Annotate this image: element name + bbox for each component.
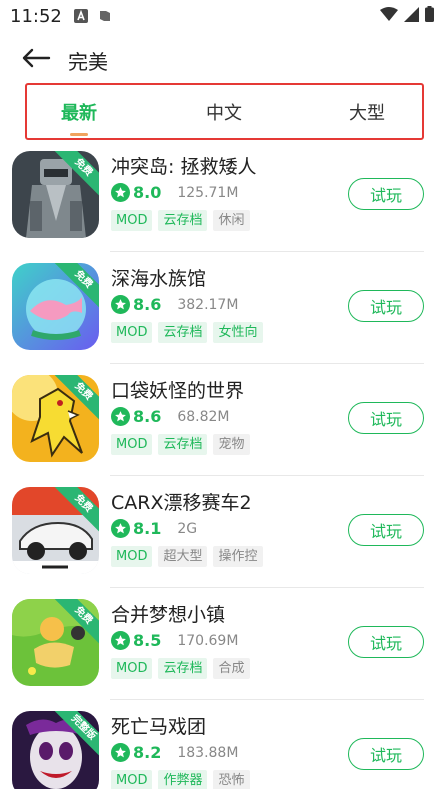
tag-cheat: 作弊器: [158, 770, 208, 789]
rating-score: 8.5: [133, 631, 162, 650]
tab-large-label: 大型: [349, 102, 385, 124]
book-notification-icon: [98, 9, 112, 23]
page-title: 完美: [68, 49, 108, 74]
app-size: 125.71M: [177, 184, 239, 201]
app-icon-drift-racing[interactable]: 免费: [12, 487, 99, 574]
tag-mod: MOD: [111, 434, 153, 455]
app-icon-death-circus[interactable]: 完整版: [12, 711, 99, 789]
tag-mod: MOD: [111, 546, 153, 567]
app-name: 合并梦想小镇: [111, 604, 226, 626]
star-icon: [111, 743, 130, 762]
try-play-button[interactable]: 试玩: [348, 178, 424, 210]
wifi-icon: [380, 6, 398, 26]
tag-genre: 恐怖: [213, 770, 250, 789]
try-play-button[interactable]: 试玩: [348, 402, 424, 434]
app-header: 完美: [0, 38, 444, 82]
star-icon: [111, 295, 130, 314]
list-item[interactable]: 免费 CARX漂移赛车2 8.1 2G MOD 超大型 操作控 试玩: [0, 476, 444, 588]
back-arrow-icon: [21, 48, 51, 72]
app-icon-aquarium[interactable]: 免费: [12, 263, 99, 350]
list-item[interactable]: 免费 合并梦想小镇 8.5 170.69M MOD 云存档 合成 试玩: [0, 588, 444, 700]
tag-list: MOD 云存档 女性向: [111, 322, 263, 343]
rating-line: 8.2 183.88M: [111, 743, 238, 762]
tab-chinese[interactable]: 中文: [189, 85, 259, 138]
rating-score: 8.6: [133, 407, 162, 426]
tag-genre: 宠物: [213, 434, 250, 455]
tab-bar: 最新 中文 大型: [25, 83, 424, 140]
tag-genre: 女性向: [213, 322, 263, 343]
star-icon: [111, 631, 130, 650]
rating-score: 8.2: [133, 743, 162, 762]
app-icon-merge-town[interactable]: 免费: [12, 599, 99, 686]
status-right-icons: [380, 6, 434, 26]
list-item[interactable]: 免费 口袋妖怪的世界 8.6 68.82M MOD 云存档 宠物 试玩: [0, 364, 444, 476]
app-size: 382.17M: [177, 296, 239, 313]
tag-cloud-save: 云存档: [158, 210, 208, 231]
star-icon: [111, 407, 130, 426]
star-icon: [111, 183, 130, 202]
rating-score: 8.6: [133, 295, 162, 314]
tag-mod: MOD: [111, 770, 153, 789]
list-item[interactable]: 免费 深海水族馆 8.6 382.17M MOD 云存档 女性向 试玩: [0, 252, 444, 364]
status-bar: 11:52: [0, 0, 444, 32]
tag-size-class: 超大型: [158, 546, 208, 567]
tab-latest-label: 最新: [61, 102, 97, 124]
rating-line: 8.1 2G: [111, 519, 197, 538]
rating-line: 8.5 170.69M: [111, 631, 238, 650]
tag-cloud-save: 云存档: [158, 322, 208, 343]
app-name: 深海水族馆: [111, 268, 207, 290]
status-time: 11:52: [10, 5, 62, 27]
tag-genre: 操作控: [213, 546, 263, 567]
rating-line: 8.6 382.17M: [111, 295, 238, 314]
star-icon: [111, 519, 130, 538]
cell-signal-icon: [404, 6, 419, 26]
tag-list: MOD 云存档 合成: [111, 658, 250, 679]
try-play-button[interactable]: 试玩: [348, 738, 424, 770]
tag-cloud-save: 云存档: [158, 434, 208, 455]
rating-score: 8.1: [133, 519, 162, 538]
list-item[interactable]: 完整版 死亡马戏团 8.2 183.88M MOD 作弊器 恐怖 试玩: [0, 700, 444, 789]
app-name: 冲突岛: 拯救矮人: [111, 156, 257, 178]
tag-list: MOD 云存档 宠物: [111, 434, 250, 455]
tag-list: MOD 云存档 休闲: [111, 210, 250, 231]
app-name: 死亡马戏团: [111, 716, 207, 738]
rating-line: 8.6 68.82M: [111, 407, 230, 426]
tag-genre: 合成: [213, 658, 250, 679]
tab-active-indicator: [70, 133, 88, 136]
app-size: 183.88M: [177, 744, 239, 761]
app-size: 68.82M: [177, 408, 230, 425]
try-play-button[interactable]: 试玩: [348, 514, 424, 546]
tag-genre: 休闲: [213, 210, 250, 231]
app-size: 2G: [177, 520, 198, 537]
rating-line: 8.0 125.71M: [111, 183, 238, 202]
app-icon-dwarf[interactable]: 免费: [12, 151, 99, 238]
try-play-button[interactable]: 试玩: [348, 626, 424, 658]
try-play-button[interactable]: 试玩: [348, 290, 424, 322]
tab-large[interactable]: 大型: [332, 85, 402, 138]
tab-latest[interactable]: 最新: [44, 85, 114, 138]
tag-cloud-save: 云存档: [158, 658, 208, 679]
list-item[interactable]: 免费 冲突岛: 拯救矮人 8.0 125.71M MOD 云存档 休闲 试玩: [0, 140, 444, 252]
app-icon-pocket-monster[interactable]: 免费: [12, 375, 99, 462]
tab-chinese-label: 中文: [206, 102, 242, 124]
tag-list: MOD 作弊器 恐怖: [111, 770, 250, 789]
tag-list: MOD 超大型 操作控: [111, 546, 263, 567]
app-size: 170.69M: [177, 632, 239, 649]
tag-mod: MOD: [111, 210, 153, 231]
tag-mod: MOD: [111, 658, 153, 679]
notification-a-icon: [73, 9, 88, 23]
rating-score: 8.0: [133, 183, 162, 202]
app-name: CARX漂移赛车2: [111, 492, 252, 514]
battery-icon: [425, 6, 434, 26]
tag-mod: MOD: [111, 322, 153, 343]
back-button[interactable]: [6, 38, 66, 82]
app-name: 口袋妖怪的世界: [111, 380, 245, 402]
